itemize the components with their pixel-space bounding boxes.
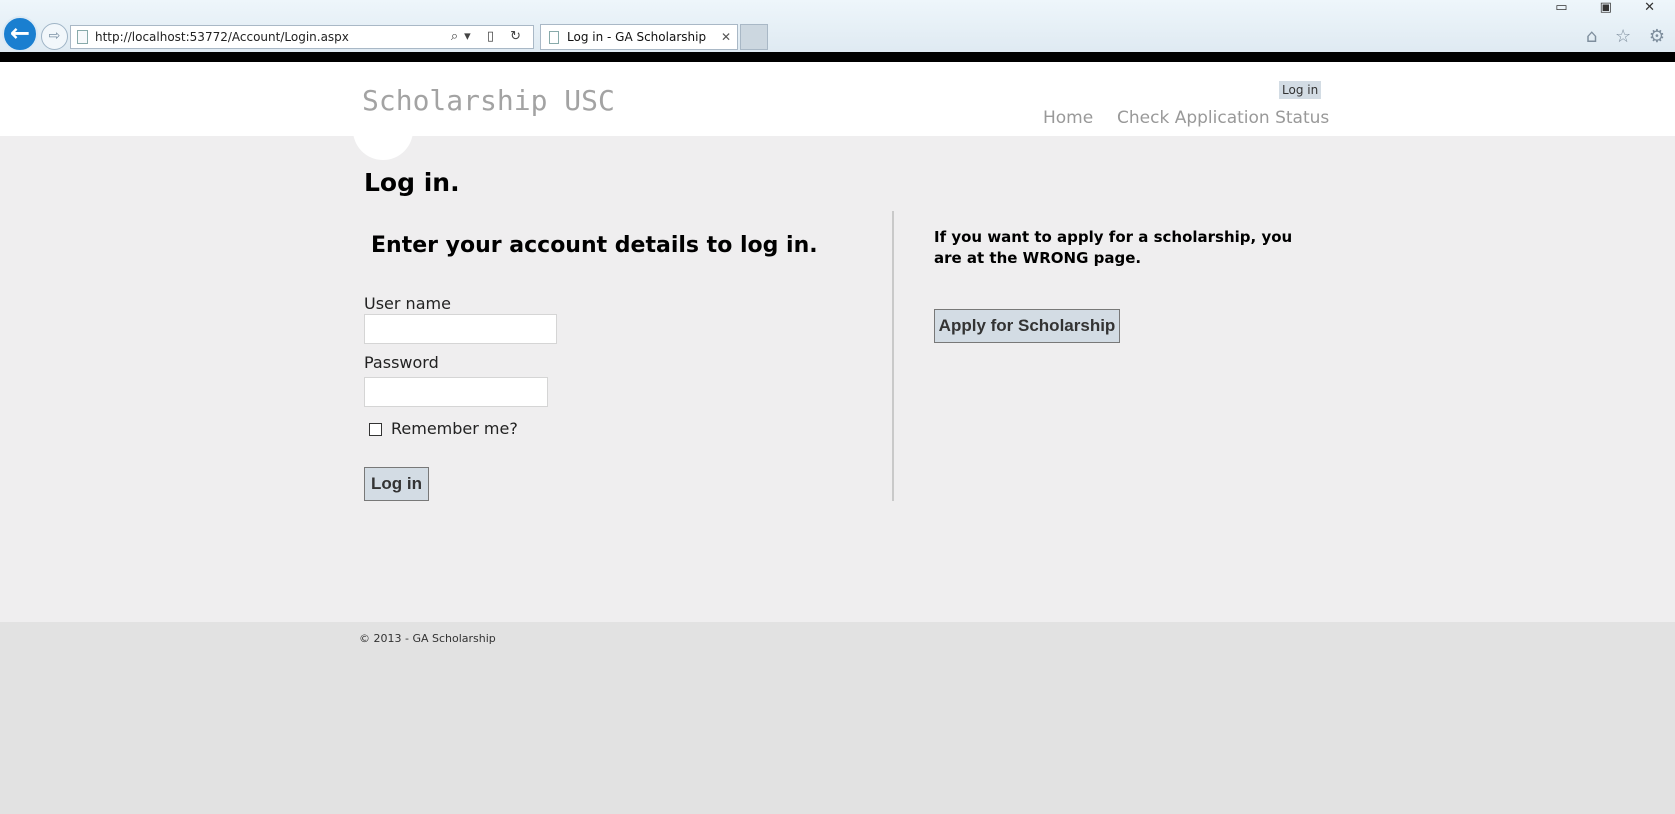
username-label: User name (364, 294, 451, 313)
web-page: Scholarship USC Log in Home Check Applic… (0, 62, 1675, 814)
username-input[interactable] (364, 314, 557, 344)
apply-scholarship-button[interactable]: Apply for Scholarship (934, 309, 1120, 343)
address-url: http://localhost:53772/Account/Login.asp… (95, 30, 349, 44)
search-refresh-icons[interactable]: ⌕▾ ▯ ↻ (451, 26, 527, 48)
browser-chrome: ← ⇨ http://localhost:53772/Account/Login… (0, 0, 1675, 62)
window-controls[interactable]: ▭ ▣ ✕ (1555, 0, 1669, 15)
password-input[interactable] (364, 377, 548, 407)
remember-me-label[interactable]: Remember me? (391, 419, 518, 438)
page-icon (77, 30, 88, 44)
main-content: Log in. Enter your account details to lo… (0, 122, 1675, 622)
copyright-text: © 2013 - GA Scholarship (359, 632, 496, 645)
site-header: Scholarship USC Log in Home Check Applic… (0, 62, 1675, 136)
nav-check-status[interactable]: Check Application Status (1117, 108, 1329, 128)
column-divider (892, 211, 894, 501)
site-footer: © 2013 - GA Scholarship (0, 622, 1675, 814)
login-subtitle: Enter your account details to log in. (371, 233, 818, 258)
header-bubble-decoration (353, 122, 413, 160)
nav-home[interactable]: Home (1043, 108, 1093, 128)
forward-button[interactable]: ⇨ (41, 23, 68, 50)
tab-title: Log in - GA Scholarship (567, 30, 707, 44)
home-favorites-settings-icons[interactable]: ⌂ ☆ ⚙ (1586, 26, 1671, 47)
wrong-page-notice: If you want to apply for a scholarship, … (934, 228, 1293, 267)
tab-close-icon[interactable]: ✕ (721, 25, 731, 49)
password-label: Password (364, 353, 439, 372)
page-title: Log in. (364, 168, 460, 197)
tab-page-icon (549, 31, 559, 44)
back-button[interactable]: ← (2, 16, 38, 52)
remember-me-checkbox[interactable] (369, 423, 382, 436)
browser-tab[interactable]: Log in - GA Scholarship ✕ (540, 24, 738, 50)
address-bar[interactable]: http://localhost:53772/Account/Login.asp… (70, 25, 534, 49)
login-button[interactable]: Log in (364, 467, 429, 501)
new-tab-button[interactable] (740, 24, 768, 50)
site-title[interactable]: Scholarship USC (362, 84, 615, 117)
login-link[interactable]: Log in (1279, 81, 1322, 99)
